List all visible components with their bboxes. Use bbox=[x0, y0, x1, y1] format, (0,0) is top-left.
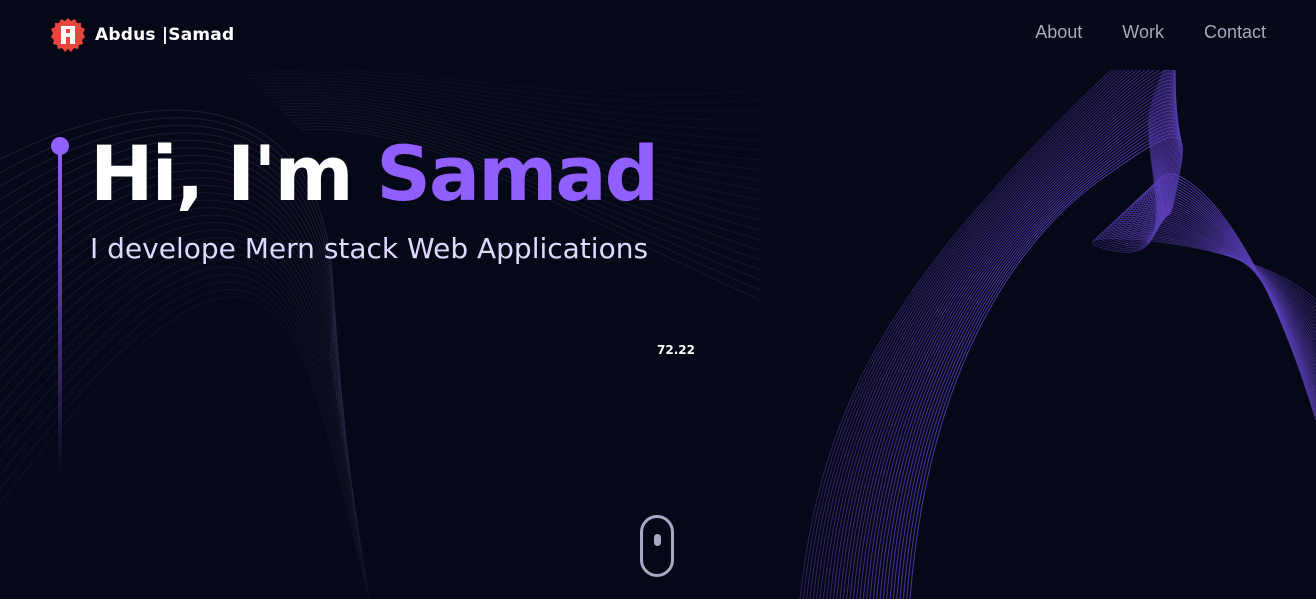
right-wave-line bbox=[862, 90, 1316, 599]
right-wave-line bbox=[909, 136, 1316, 599]
right-wave-line bbox=[882, 110, 1316, 599]
logo-first-name: Abdus bbox=[95, 25, 156, 45]
logo-text: Abdus |Samad bbox=[95, 25, 234, 45]
hero-title-name: Samad bbox=[376, 129, 659, 218]
hero-title-prefix: Hi, I'm bbox=[90, 129, 377, 218]
right-wave-line bbox=[899, 127, 1316, 599]
logo-last-name: |Samad bbox=[155, 25, 235, 45]
right-wave-line bbox=[856, 83, 1316, 599]
right-wave-line bbox=[906, 133, 1316, 599]
hero-subtitle: I develope Mern stack Web Applications bbox=[90, 232, 649, 265]
right-wave-line bbox=[869, 97, 1316, 599]
nav-link-about[interactable]: About bbox=[1035, 22, 1082, 43]
right-wave-line bbox=[812, 38, 1316, 599]
right-wave-line bbox=[839, 65, 1316, 599]
hero-title: Hi, I'm Samad bbox=[90, 126, 659, 222]
right-wave-line bbox=[802, 27, 1316, 599]
nav-link-work[interactable]: Work bbox=[1122, 22, 1164, 43]
logo-link[interactable]: Abdus |Samad bbox=[50, 17, 234, 53]
right-wave-line bbox=[832, 58, 1316, 599]
scroll-dot bbox=[654, 534, 661, 546]
navbar: Abdus |Samad About Work Contact bbox=[0, 0, 1316, 70]
nav-link-contact[interactable]: Contact bbox=[1204, 22, 1266, 43]
right-wave-line bbox=[846, 72, 1316, 599]
hero-accent-line bbox=[51, 137, 69, 476]
right-wave-line bbox=[806, 31, 1316, 599]
right-wave-line bbox=[902, 130, 1316, 599]
background-wave-art bbox=[0, 23, 1316, 599]
logo-icon bbox=[51, 18, 85, 52]
right-wave-lines bbox=[799, 23, 1316, 599]
right-wave-line bbox=[892, 120, 1316, 599]
right-wave-line bbox=[799, 23, 1316, 599]
mouse-scroll-icon[interactable] bbox=[640, 515, 674, 577]
fps-counter: 72.22 bbox=[657, 343, 695, 357]
nav-links: About Work Contact bbox=[1035, 22, 1266, 43]
right-wave-line bbox=[896, 123, 1316, 599]
left-wave-line bbox=[251, 79, 761, 131]
left-wave-line bbox=[239, 68, 761, 96]
portfolio-page: Abdus |Samad About Work Contact Hi, I'm … bbox=[0, 0, 1316, 599]
